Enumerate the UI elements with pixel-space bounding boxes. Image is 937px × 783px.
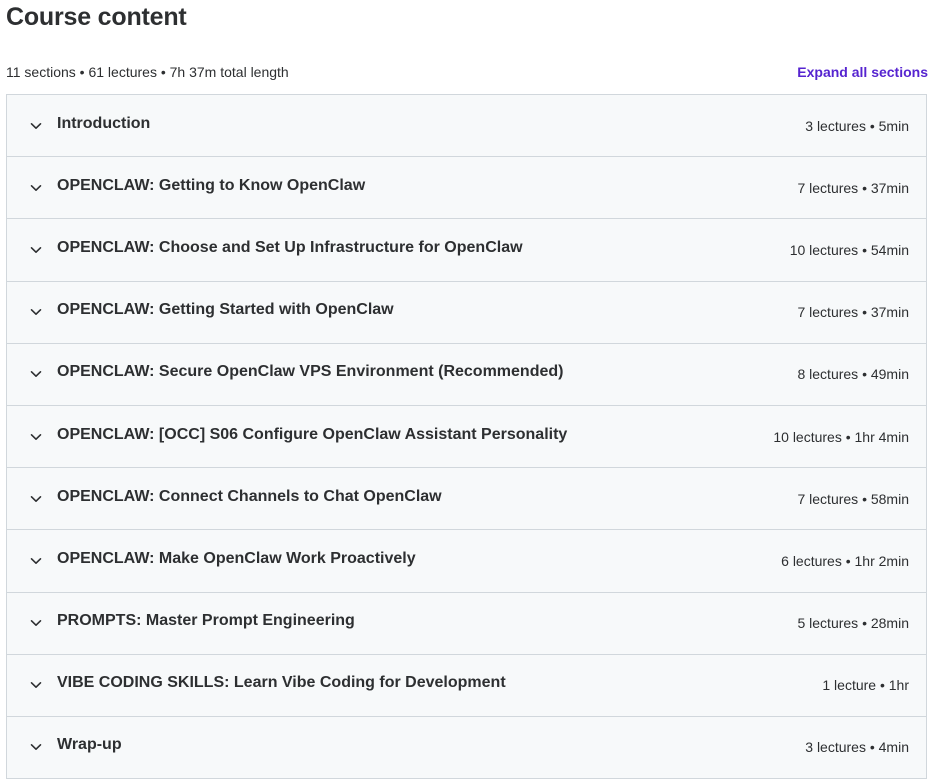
section-title: PROMPTS: Master Prompt Engineering [57, 612, 355, 630]
section-header-7[interactable]: OPENCLAW: Connect Channels to Chat OpenC… [7, 468, 926, 531]
section-header-6[interactable]: OPENCLAW: [OCC] S06 Configure OpenClaw A… [7, 405, 926, 469]
chevron-down-icon [27, 676, 45, 694]
chevron-down-icon [27, 303, 45, 321]
section-meta: 3 lectures • 5min [805, 117, 909, 134]
sections-accordion: Introduction 3 lectures • 5min OPENCLAW:… [6, 94, 927, 780]
chevron-down-icon [27, 490, 45, 508]
section-header-2[interactable]: OPENCLAW: Getting to Know OpenClaw 7 lec… [7, 157, 926, 220]
course-summary: 11 sections • 61 lectures • 7h 37m total… [6, 64, 289, 80]
section-meta: 10 lectures • 1hr 4min [773, 428, 909, 445]
course-summary-row: 11 sections • 61 lectures • 7h 37m total… [6, 62, 928, 82]
section-title: OPENCLAW: [OCC] S06 Configure OpenClaw A… [57, 425, 568, 443]
section-meta: 7 lectures • 37min [797, 304, 909, 321]
section-header-8[interactable]: OPENCLAW: Make OpenClaw Work Proactively… [7, 530, 926, 593]
section-title: OPENCLAW: Secure OpenClaw VPS Environmen… [57, 363, 564, 381]
section-header-5[interactable]: OPENCLAW: Secure OpenClaw VPS Environmen… [7, 343, 926, 406]
section-meta: 8 lectures • 49min [797, 366, 909, 383]
section-meta: 7 lectures • 37min [797, 179, 909, 196]
chevron-down-icon [27, 614, 45, 632]
section-title: VIBE CODING SKILLS: Learn Vibe Coding fo… [57, 674, 506, 692]
section-meta: 6 lectures • 1hr 2min [781, 552, 909, 569]
section-header-1[interactable]: Introduction 3 lectures • 5min [7, 95, 926, 158]
section-title: OPENCLAW: Choose and Set Up Infrastructu… [57, 238, 523, 256]
section-header-9[interactable]: PROMPTS: Master Prompt Engineering 5 lec… [7, 592, 926, 655]
chevron-down-icon [27, 179, 45, 197]
section-meta: 7 lectures • 58min [797, 490, 909, 507]
chevron-down-icon [27, 365, 45, 383]
section-title: OPENCLAW: Getting Started with OpenClaw [57, 301, 394, 319]
section-header-11[interactable]: Wrap-up 3 lectures • 4min [7, 716, 926, 780]
section-meta: 5 lectures • 28min [797, 615, 909, 632]
section-title: Introduction [57, 114, 151, 132]
section-header-10[interactable]: VIBE CODING SKILLS: Learn Vibe Coding fo… [7, 654, 926, 717]
chevron-down-icon [27, 117, 45, 135]
section-title: OPENCLAW: Connect Channels to Chat OpenC… [57, 487, 442, 505]
expand-all-sections-button[interactable]: Expand all sections [797, 64, 928, 80]
section-meta: 3 lectures • 4min [805, 739, 909, 756]
chevron-down-icon [27, 428, 45, 446]
section-meta: 10 lectures • 54min [789, 241, 909, 258]
chevron-down-icon [27, 241, 45, 259]
section-title: OPENCLAW: Getting to Know OpenClaw [57, 176, 366, 194]
section-title: OPENCLAW: Make OpenClaw Work Proactively [57, 549, 416, 567]
section-title: Wrap-up [57, 736, 122, 754]
chevron-down-icon [27, 738, 45, 756]
page-title: Course content [6, 3, 187, 31]
chevron-down-icon [27, 552, 45, 570]
section-header-4[interactable]: OPENCLAW: Getting Started with OpenClaw … [7, 281, 926, 344]
section-meta: 1 lecture • 1hr [822, 677, 909, 694]
section-header-3[interactable]: OPENCLAW: Choose and Set Up Infrastructu… [7, 219, 926, 282]
